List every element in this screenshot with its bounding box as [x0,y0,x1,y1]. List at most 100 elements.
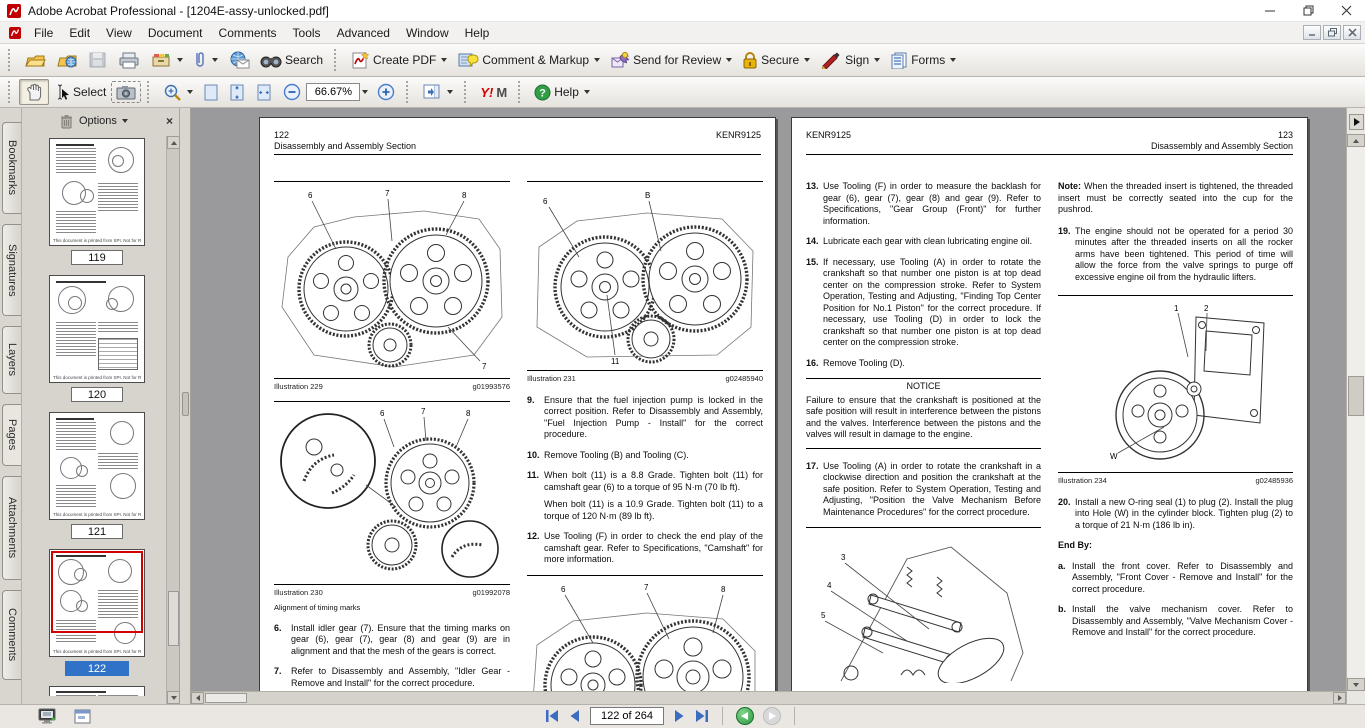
menu-tools[interactable]: Tools [285,23,329,43]
screen-mode-icon[interactable] [38,708,58,726]
next-view-icon[interactable] [763,707,781,725]
menu-comments[interactable]: Comments [211,23,285,43]
thumbnail-123-partial[interactable] [49,686,145,696]
scroll-up-icon[interactable] [1347,134,1365,147]
previous-view-icon[interactable] [736,707,754,725]
menu-help[interactable]: Help [457,23,498,43]
tab-pages[interactable]: Pages [2,404,21,466]
open-button[interactable] [19,48,51,72]
restore-icon[interactable] [1289,0,1327,21]
close-icon[interactable] [1327,0,1365,21]
panel-close-icon[interactable]: × [166,114,173,128]
zoom-dropdown-arrow-icon[interactable] [362,90,368,94]
fit-page-button[interactable] [224,80,250,105]
scroll-up-icon[interactable] [167,136,180,149]
save-button[interactable] [83,48,113,72]
document-area[interactable]: 122 Disassembly and Assembly Section KEN… [191,108,1346,704]
sidebar-scroll-thumb[interactable] [168,591,179,646]
thumbnail-page-number[interactable]: 119 [71,250,123,265]
thumbnail-120[interactable]: This document is printed from SPI. Not f… [49,275,145,402]
horizontal-scroll-thumb[interactable] [205,693,247,703]
sidebar-scrollbar[interactable] [166,136,179,704]
thumbnail-121[interactable]: This document is printed from SPI. Not f… [49,412,145,539]
vertical-scroll-thumb[interactable] [1348,376,1364,416]
select-tool-button[interactable]: Select [49,80,111,104]
svg-text:11: 11 [611,357,620,365]
doc-minimize-icon[interactable] [1303,25,1321,40]
zoom-in-button[interactable] [372,80,400,104]
menu-window[interactable]: Window [398,23,457,43]
page-layout-status-icon[interactable] [74,709,92,725]
thumbnail-119[interactable]: This document is printed from SPI. Not f… [49,138,145,265]
actual-size-button[interactable] [198,80,224,105]
toolbar-grip[interactable] [406,81,413,103]
toolbar-grip[interactable] [8,49,15,71]
previous-page-icon[interactable] [569,709,581,723]
figure-231: 6 B 11 [527,181,763,371]
thumbnail-page-preview: This document is printed from SPI. Not f… [49,549,145,657]
vertical-scrollbar[interactable] [1347,134,1365,691]
tab-layers[interactable]: Layers [2,326,21,394]
zoom-out-button[interactable] [278,80,306,104]
page-layout-button[interactable] [417,80,458,105]
toolbar-grip[interactable] [464,81,471,103]
last-page-icon[interactable] [694,709,709,723]
toolbar-grip[interactable] [8,81,15,103]
scroll-left-icon[interactable] [191,692,204,704]
pages-panel-header: Options × [22,108,179,134]
scroll-down-icon[interactable] [167,691,180,704]
options-menu[interactable]: Options [79,115,128,127]
splitter-handle-icon[interactable] [182,392,189,416]
toolbar-overflow-icon[interactable] [1349,114,1364,130]
organizer-button[interactable] [145,48,188,72]
thumbnail-122-selected[interactable]: This document is printed from SPI. Not f… [49,549,145,676]
search-button[interactable]: Search [255,49,328,71]
menu-edit[interactable]: Edit [61,23,98,43]
print-button[interactable] [113,48,145,72]
fit-width-button[interactable] [250,80,278,105]
zoom-tool-button[interactable] [158,80,198,105]
next-page-icon[interactable] [673,709,685,723]
dropdown-arrow-icon [874,58,880,62]
zoom-level-input[interactable] [306,83,360,101]
yahoo-search-button[interactable]: Y!M [475,82,512,103]
panel-splitter[interactable] [180,108,191,704]
horizontal-scrollbar[interactable] [191,691,1346,704]
svg-text:?: ? [539,87,546,99]
menu-document[interactable]: Document [140,23,211,43]
doc-restore-icon[interactable] [1323,25,1341,40]
menu-view[interactable]: View [98,23,140,43]
help-button[interactable]: ?Help [529,81,595,104]
thumbnail-page-number-selected[interactable]: 122 [65,661,129,676]
page-number-input[interactable] [590,707,664,725]
trash-icon[interactable] [60,114,73,129]
scroll-down-icon[interactable] [1347,678,1365,691]
doc-close-icon[interactable] [1343,25,1361,40]
comment-markup-button[interactable]: Comment & Markup [452,48,605,72]
tab-signatures[interactable]: Signatures [2,224,21,316]
tab-comments[interactable]: Comments [2,590,21,680]
create-pdf-button[interactable]: Create PDF [345,48,452,72]
menu-file[interactable]: File [26,23,61,43]
secure-button[interactable]: Secure [737,48,815,72]
first-page-icon[interactable] [545,709,560,723]
email-button[interactable] [223,48,255,72]
attach-button[interactable] [188,48,223,72]
snapshot-tool-button[interactable] [111,81,141,103]
thumbnail-page-number[interactable]: 121 [71,524,123,539]
toolbar-grip[interactable] [147,81,154,103]
hand-tool-button[interactable] [19,79,49,105]
minimize-icon[interactable] [1251,0,1289,21]
send-for-review-button[interactable]: Send for Review [605,48,737,72]
toolbar-grip[interactable] [334,49,341,71]
sign-button[interactable]: Sign [815,48,885,72]
thumbnail-page-number[interactable]: 120 [71,387,123,402]
toolbar-grip[interactable] [518,81,525,103]
camshaft-gear-illustration: 6 B 11 [527,187,763,365]
menu-advanced[interactable]: Advanced [329,23,398,43]
forms-button[interactable]: Forms [885,48,961,72]
tab-bookmarks[interactable]: Bookmarks [2,122,21,214]
tab-attachments[interactable]: Attachments [2,476,21,580]
scroll-right-icon[interactable] [1333,692,1346,704]
open-web-button[interactable] [51,48,83,72]
